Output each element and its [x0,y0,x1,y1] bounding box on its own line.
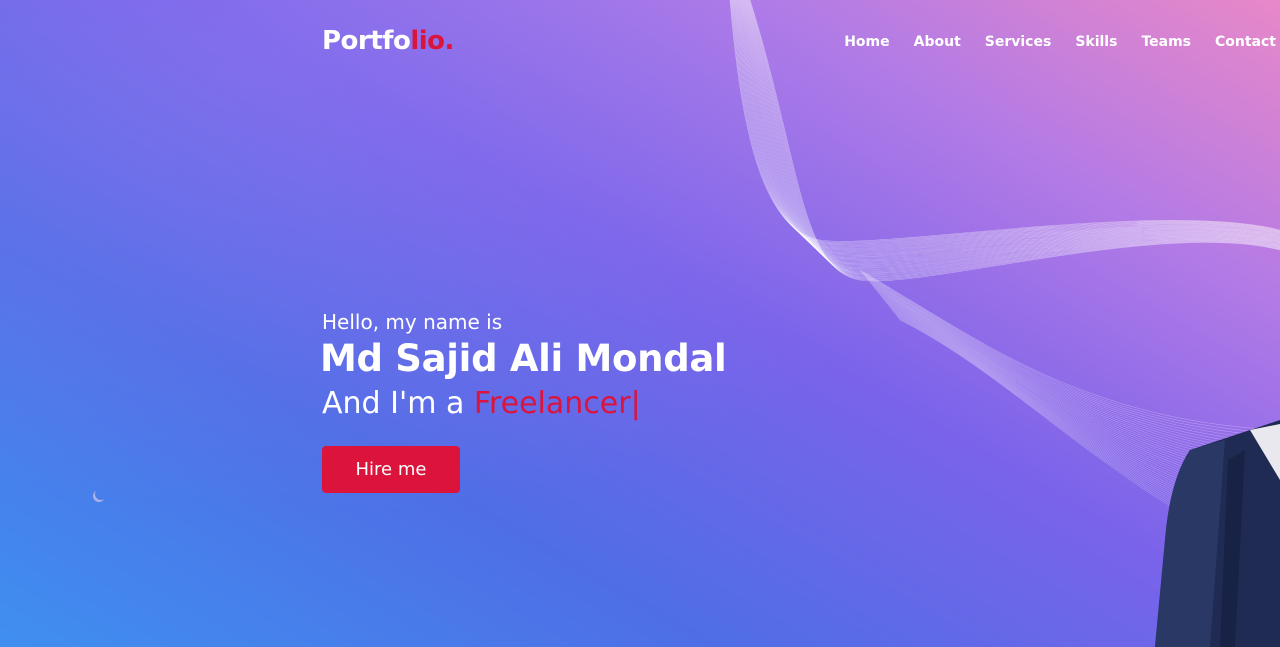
person-photo [1155,420,1280,647]
nav-link-about[interactable]: About [914,34,961,50]
nav-link-skills[interactable]: Skills [1075,34,1117,50]
crescent-moon-icon [95,488,107,500]
hero-role: And I'm a Freelancer| [322,384,726,424]
wave-line [862,273,1280,441]
typing-cursor: | [630,386,641,421]
nav-link-home[interactable]: Home [844,34,889,50]
nav-link-contact[interactable]: Contact [1215,34,1276,50]
nav-link-services[interactable]: Services [985,34,1052,50]
nav-link-teams[interactable]: Teams [1141,34,1191,50]
wave-line [861,272,1280,437]
hero-role-typed: Freelancer [473,386,631,421]
hire-me-button[interactable]: Hire me [322,446,460,493]
hero-section: Hello, my name is Md Sajid Ali Mondal An… [320,308,727,424]
hero-greeting: Hello, my name is [322,310,503,334]
hero-name: Md Sajid Ali Mondal [320,337,727,380]
wave-line [859,269,1280,431]
hero-role-prefix: And I'm a [322,386,474,421]
logo-text-main: Portfo [322,26,411,56]
nav-menu: Home About Services Skills Teams Contact [820,34,1276,50]
navbar: Portfolio. Home About Services Skills Te… [0,0,1280,88]
wave-line [863,274,1280,444]
logo-text-accent: lio. [410,26,454,56]
site-logo[interactable]: Portfolio. [322,26,454,56]
wave-line [860,271,1280,434]
